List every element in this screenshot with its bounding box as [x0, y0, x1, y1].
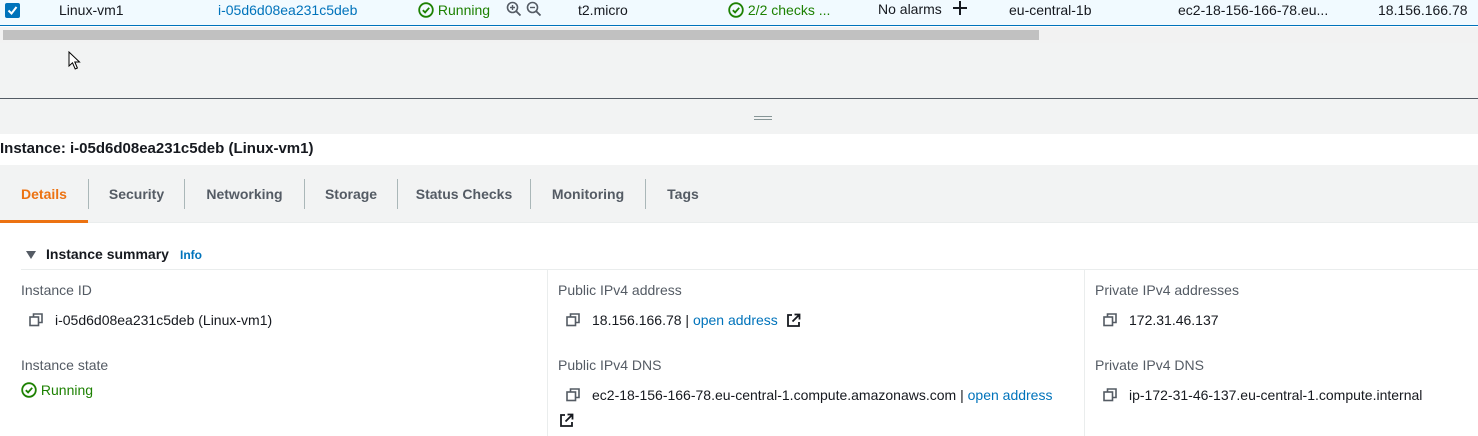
row-checkbox[interactable] [5, 3, 20, 18]
instance-type: t2.micro [578, 2, 628, 18]
add-alarm-icon[interactable] [952, 0, 968, 19]
mouse-cursor-icon [68, 51, 81, 70]
instance-state-cell: Running [418, 2, 490, 18]
info-link[interactable]: Info [180, 248, 202, 262]
instance-id-value: i-05d6d08ea231c5deb (Linux-vm1) [55, 312, 273, 328]
check-circle-icon [418, 2, 434, 18]
copy-icon[interactable] [1103, 313, 1117, 327]
public-ipv4-label: Public IPv4 address [558, 282, 682, 298]
instance-state-value: Running [40, 382, 94, 398]
external-link-icon[interactable] [559, 413, 574, 428]
instance-id-link[interactable]: i-05d6d08ea231c5deb [218, 2, 357, 18]
instance-table-row[interactable]: Linux-vm1 i-05d6d08ea231c5deb Running t2… [0, 0, 1478, 26]
instance-id-label: Instance ID [21, 282, 92, 298]
public-dns-value: ec2-18-156-166-78.eu-central-1.compute.a… [592, 387, 957, 403]
column-divider [547, 270, 548, 436]
zoom-out-icon[interactable] [526, 1, 542, 17]
instance-state-label: Instance state [21, 357, 109, 373]
tab-networking[interactable]: Networking [185, 165, 304, 223]
zoom-in-icon[interactable] [506, 1, 522, 17]
tab-tags[interactable]: Tags [646, 165, 720, 223]
zoom-controls [506, 1, 542, 20]
alarm-status: No alarms [878, 1, 942, 17]
tab-monitoring[interactable]: Monitoring [531, 165, 645, 223]
open-dns-address-link[interactable]: open address [968, 387, 1053, 403]
panel-splitter[interactable] [0, 98, 1478, 134]
copy-icon[interactable] [29, 313, 43, 327]
private-ipv4-label: Private IPv4 addresses [1095, 282, 1239, 298]
column-divider [1084, 270, 1085, 436]
separator: | [960, 387, 964, 403]
instance-summary-title: Instance summary [46, 246, 169, 262]
tab-details[interactable]: Details [0, 165, 88, 223]
public-dns-label: Public IPv4 DNS [558, 357, 662, 373]
instance-name: Linux-vm1 [59, 2, 124, 18]
tab-security[interactable]: Security [89, 165, 184, 223]
open-address-link[interactable]: open address [693, 312, 778, 328]
copy-icon[interactable] [1103, 388, 1117, 402]
private-dns-value-row: ip-172-31-46-137.eu-central-1.compute.in… [1103, 387, 1422, 403]
instance-id-value-row: i-05d6d08ea231c5deb (Linux-vm1) [29, 312, 272, 328]
copy-icon[interactable] [566, 313, 580, 327]
private-dns-label: Private IPv4 DNS [1095, 357, 1204, 373]
tab-status-checks[interactable]: Status Checks [398, 165, 530, 223]
availability-zone: eu-central-1b [1009, 2, 1092, 18]
public-dns-value-row: ec2-18-156-166-78.eu-central-1.compute.a… [566, 387, 1052, 403]
table-empty-area [0, 43, 1478, 98]
private-ipv4-value: 172.31.46.137 [1129, 312, 1219, 328]
instance-state-text: Running [437, 2, 491, 18]
public-ipv4-value-row: 18.156.166.78 | open address [566, 312, 801, 328]
tab-storage[interactable]: Storage [305, 165, 397, 223]
public-ip-cell: 18.156.166.78 [1378, 2, 1468, 18]
private-ipv4-value-row: 172.31.46.137 [1103, 312, 1219, 328]
resize-handle-icon[interactable] [754, 116, 772, 120]
external-link-icon[interactable] [786, 313, 801, 328]
separator: | [685, 312, 690, 328]
horizontal-scrollbar-thumb[interactable] [3, 30, 1039, 40]
public-dns-cell: ec2-18-156-166-78.eu... [1178, 2, 1329, 18]
instance-state-value-row: Running [21, 382, 93, 398]
status-check-text: 2/2 checks ... [747, 2, 831, 18]
instance-details-title: Instance: i-05d6d08ea231c5deb (Linux-vm1… [0, 140, 314, 157]
check-circle-icon [21, 382, 37, 398]
instance-summary-header[interactable]: Instance summary Info [21, 246, 1478, 270]
check-circle-icon [728, 2, 744, 18]
caret-down-icon[interactable] [26, 251, 36, 259]
private-dns-value: ip-172-31-46-137.eu-central-1.compute.in… [1129, 387, 1423, 403]
public-ipv4-value: 18.156.166.78 [592, 312, 682, 328]
status-check-cell: 2/2 checks ... [728, 2, 830, 18]
copy-icon[interactable] [566, 388, 580, 402]
